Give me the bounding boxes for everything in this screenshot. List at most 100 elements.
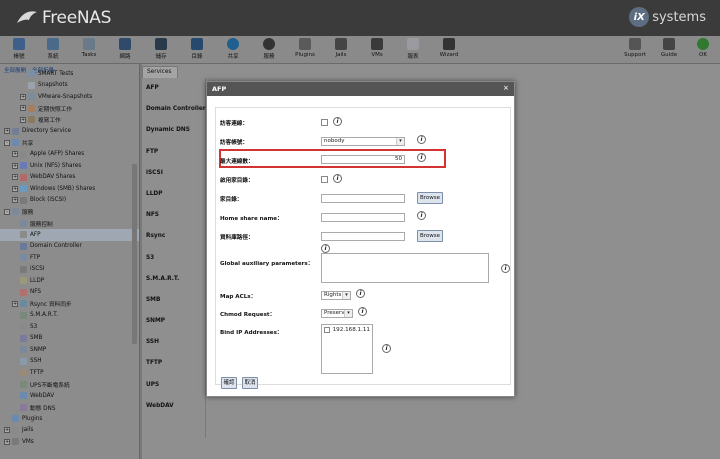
- toolbar-alert-ok[interactable]: OK: [688, 38, 718, 58]
- bind-ip-option-checkbox[interactable]: [324, 327, 330, 333]
- expand-icon[interactable]: +: [12, 151, 18, 158]
- expand-icon[interactable]: +: [12, 185, 18, 192]
- db-path-help-icon[interactable]: i: [321, 244, 330, 253]
- toolbar-system[interactable]: 系統: [38, 38, 68, 60]
- toolbar-jails[interactable]: Jails: [326, 38, 356, 58]
- tree-item[interactable]: AFP: [0, 229, 139, 241]
- tree-node-icon: [12, 127, 19, 135]
- toolbar-support[interactable]: Support: [620, 38, 650, 58]
- collapse-icon[interactable]: -: [4, 139, 10, 146]
- guest-account-help-icon[interactable]: i: [417, 135, 426, 144]
- toolbar-vms[interactable]: VMs: [362, 38, 392, 58]
- tree-item[interactable]: + Jails: [0, 425, 139, 437]
- toolbar-sharing[interactable]: 共享: [218, 38, 248, 60]
- tree-item[interactable]: + 複寫工作: [0, 114, 139, 126]
- tree-item[interactable]: + Unix (NFS) Shares: [0, 160, 139, 172]
- tree-item[interactable]: S3: [0, 321, 139, 333]
- toolbar-network[interactable]: 網路: [110, 38, 140, 60]
- tree-item[interactable]: + 定期快照工作: [0, 103, 139, 115]
- toolbar-directory[interactable]: 目錄: [182, 38, 212, 60]
- chmod-select[interactable]: Preserve ▾: [321, 309, 353, 318]
- guest-access-help-icon[interactable]: i: [333, 117, 342, 126]
- expand-icon[interactable]: +: [20, 116, 26, 123]
- home-dir-input[interactable]: [321, 194, 405, 203]
- toolbar-account[interactable]: 帳號: [4, 38, 34, 60]
- tree-item[interactable]: NFS: [0, 287, 139, 299]
- tree-item[interactable]: - 服務: [0, 206, 139, 218]
- collapse-icon[interactable]: -: [4, 208, 10, 215]
- tree-item[interactable]: iSCSI: [0, 264, 139, 276]
- tree-item[interactable]: 動態 DNS: [0, 402, 139, 414]
- tree-item[interactable]: + Block (iSCSI): [0, 195, 139, 207]
- tree-item[interactable]: SMB: [0, 333, 139, 345]
- tree-item[interactable]: Plugins: [0, 413, 139, 425]
- toolbar-services[interactable]: 服務: [254, 38, 284, 60]
- ok-button[interactable]: 確認: [221, 377, 237, 389]
- expand-icon[interactable]: +: [4, 438, 10, 445]
- expand-icon[interactable]: +: [12, 174, 18, 181]
- tree-item[interactable]: FTP: [0, 252, 139, 264]
- tree-item[interactable]: SSH: [0, 356, 139, 368]
- global-aux-help-icon[interactable]: i: [501, 264, 510, 273]
- global-aux-textarea[interactable]: [321, 253, 489, 283]
- db-path-input[interactable]: [321, 232, 405, 241]
- tree-item[interactable]: Snapshots: [0, 80, 139, 92]
- toolbar-wizard[interactable]: Wizard: [434, 38, 464, 58]
- expand-icon[interactable]: +: [20, 93, 26, 100]
- expand-icon[interactable]: +: [12, 162, 18, 169]
- bind-ip-listbox[interactable]: 192.168.1.11: [321, 324, 373, 374]
- tree-scrollbar[interactable]: [132, 164, 137, 344]
- toolbar-guide[interactable]: Guide: [654, 38, 684, 58]
- tree-item[interactable]: + Windows (SMB) Shares: [0, 183, 139, 195]
- expand-icon[interactable]: +: [4, 427, 10, 434]
- max-connections-help-icon[interactable]: i: [417, 153, 426, 162]
- tree-item[interactable]: + VMware-Snapshots: [0, 91, 139, 103]
- toolbar-storage[interactable]: 儲存: [146, 38, 176, 60]
- bind-ip-option[interactable]: 192.168.1.11: [322, 325, 372, 335]
- tree-item[interactable]: UPS不斷電系統: [0, 379, 139, 391]
- toolbar-plugins[interactable]: Plugins: [290, 38, 320, 58]
- tree-item[interactable]: LLDP: [0, 275, 139, 287]
- tree-item[interactable]: WebDAV: [0, 390, 139, 402]
- expand-icon[interactable]: +: [20, 105, 26, 112]
- tree-item[interactable]: + WebDAV Shares: [0, 172, 139, 184]
- close-icon[interactable]: ×: [503, 85, 510, 92]
- tree-item[interactable]: + Directory Service: [0, 126, 139, 138]
- tree-item[interactable]: 服務控制: [0, 218, 139, 230]
- tab-services[interactable]: Services: [142, 66, 178, 78]
- tree-item[interactable]: + VMs: [0, 436, 139, 448]
- guest-account-select[interactable]: nobody ▾: [321, 137, 405, 146]
- tree-node-icon: [20, 219, 27, 227]
- expand-icon[interactable]: +: [12, 300, 18, 307]
- tree-item[interactable]: TFTP: [0, 367, 139, 379]
- chevron-down-icon: ▾: [342, 292, 350, 299]
- home-share-name-help-icon[interactable]: i: [417, 211, 426, 220]
- support-icon: [629, 38, 641, 50]
- home-dir-browse-button[interactable]: Browse: [417, 192, 443, 204]
- guest-access-checkbox[interactable]: [321, 119, 328, 126]
- expand-all-link[interactable]: 全部展開: [4, 66, 26, 74]
- bind-ip-help-icon[interactable]: i: [382, 344, 391, 353]
- expand-icon[interactable]: +: [4, 128, 10, 135]
- map-acls-select[interactable]: Rights ▾: [321, 291, 351, 300]
- tree-item[interactable]: + Apple (AFP) Shares: [0, 149, 139, 161]
- tree-node-icon: [20, 346, 27, 354]
- tree-item[interactable]: - 共享: [0, 137, 139, 149]
- home-share-name-input[interactable]: [321, 213, 405, 222]
- cancel-button[interactable]: 取消: [242, 377, 258, 389]
- db-path-browse-button[interactable]: Browse: [417, 230, 443, 242]
- map-acls-value: Rights: [324, 292, 342, 298]
- max-connections-input[interactable]: 50: [321, 155, 405, 164]
- toolbar-tasks[interactable]: Tasks: [74, 38, 104, 58]
- enable-home-checkbox[interactable]: [321, 176, 328, 183]
- chmod-help-icon[interactable]: i: [358, 307, 367, 316]
- tree-item[interactable]: SNMP: [0, 344, 139, 356]
- map-acls-help-icon[interactable]: i: [356, 289, 365, 298]
- tree-item[interactable]: S.M.A.R.T.: [0, 310, 139, 322]
- toolbar-reporting[interactable]: 報表: [398, 38, 428, 60]
- freenas-logo[interactable]: FreeNAS: [16, 8, 111, 28]
- enable-home-help-icon[interactable]: i: [333, 174, 342, 183]
- tree-item[interactable]: + Rsync 資料同步: [0, 298, 139, 310]
- tree-item[interactable]: Domain Controller: [0, 241, 139, 253]
- expand-icon[interactable]: +: [12, 197, 18, 204]
